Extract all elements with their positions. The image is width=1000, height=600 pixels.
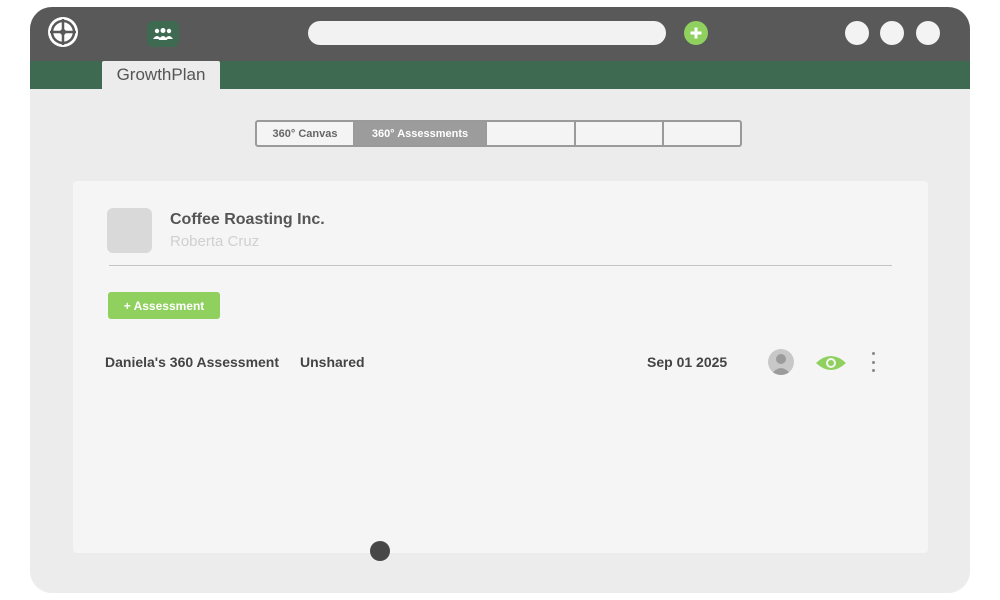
more-vertical-icon[interactable] bbox=[865, 350, 881, 374]
assessment-date: Sep 01 2025 bbox=[647, 354, 728, 370]
window-control-dot[interactable] bbox=[845, 21, 869, 45]
user-avatar-icon[interactable] bbox=[768, 349, 794, 375]
tab-360-canvas[interactable]: 360° Canvas bbox=[257, 122, 355, 145]
browser-window: GrowthPlan 360° Canvas 360° Assessments … bbox=[30, 7, 970, 593]
team-icon[interactable] bbox=[147, 21, 179, 47]
assessment-name[interactable]: Daniela's 360 Assessment bbox=[105, 354, 279, 370]
assessment-status: Unshared bbox=[300, 354, 365, 370]
tab-empty[interactable] bbox=[576, 122, 664, 145]
assessments-card: Coffee Roasting Inc. Roberta Cruz + Asse… bbox=[73, 181, 928, 561]
company-owner: Roberta Cruz bbox=[170, 233, 260, 250]
tab-empty[interactable] bbox=[664, 122, 740, 145]
window-control-dot[interactable] bbox=[916, 21, 940, 45]
crosshair-logo-icon[interactable] bbox=[47, 16, 79, 48]
eye-icon[interactable] bbox=[815, 354, 847, 372]
title-bar bbox=[30, 7, 970, 61]
app-tab[interactable]: GrowthPlan bbox=[102, 61, 220, 89]
cursor-indicator bbox=[370, 541, 390, 561]
list-item[interactable]: Daniela's 360 Assessment Unshared Sep 01… bbox=[105, 345, 895, 379]
company-avatar bbox=[107, 208, 152, 253]
tab-strip: GrowthPlan bbox=[30, 61, 970, 89]
window-control-dot[interactable] bbox=[880, 21, 904, 45]
divider bbox=[109, 265, 892, 266]
company-name: Coffee Roasting Inc. bbox=[170, 211, 325, 228]
main-content: 360° Canvas 360° Assessments Coffee Roas… bbox=[30, 89, 970, 593]
tab-360-assessments[interactable]: 360° Assessments bbox=[355, 122, 487, 145]
plus-circle-icon[interactable] bbox=[684, 21, 708, 45]
tab-empty[interactable] bbox=[487, 122, 576, 145]
add-assessment-button[interactable]: + Assessment bbox=[108, 292, 220, 319]
address-bar[interactable] bbox=[308, 21, 666, 45]
view-switcher: 360° Canvas 360° Assessments bbox=[255, 120, 742, 147]
